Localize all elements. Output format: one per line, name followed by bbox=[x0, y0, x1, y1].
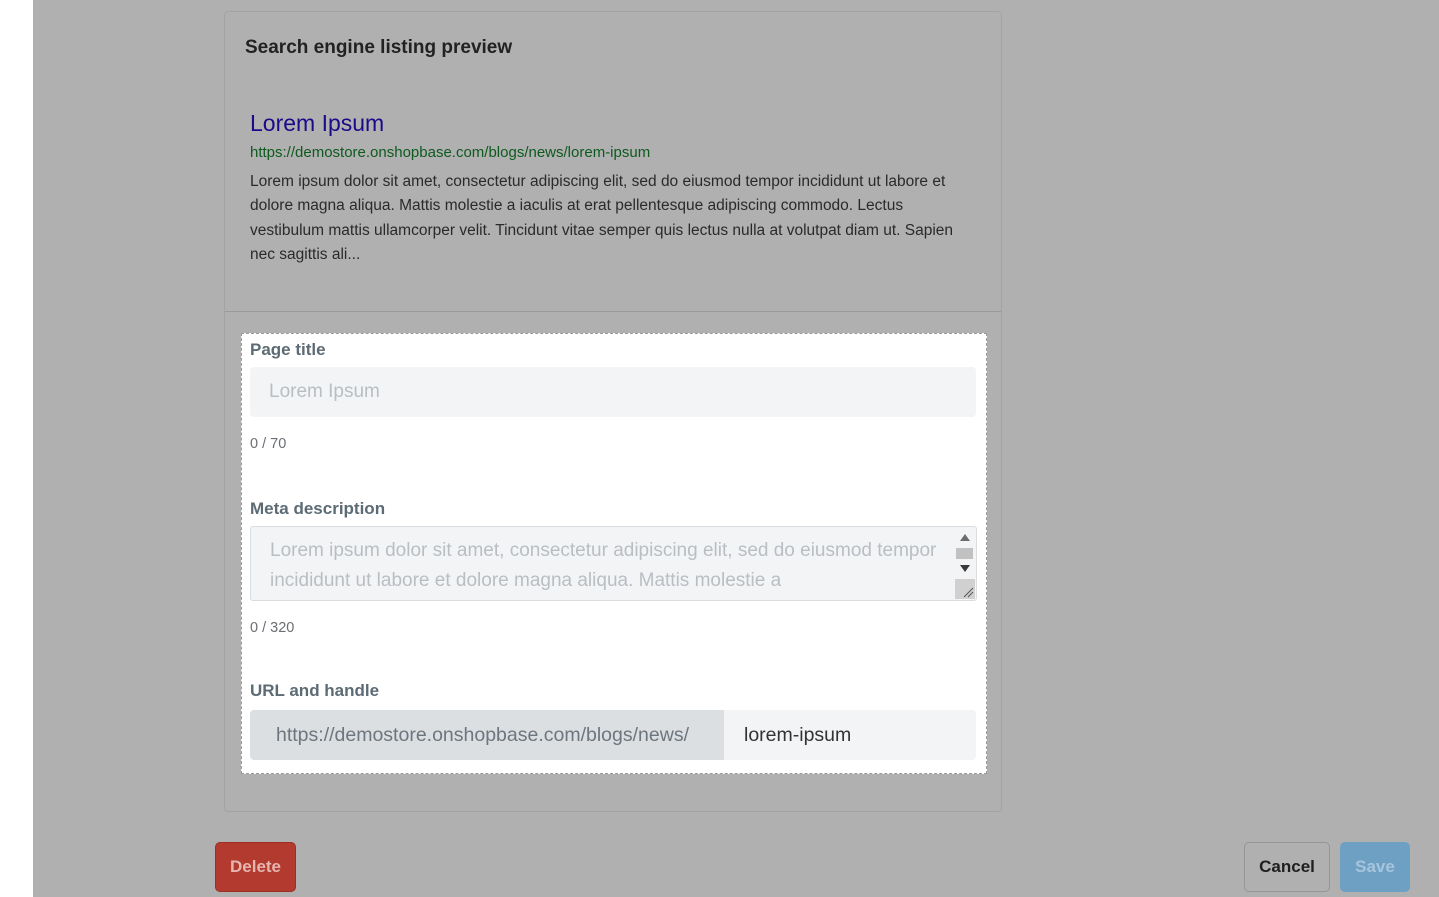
scroll-thumb[interactable] bbox=[956, 548, 973, 559]
card-divider bbox=[225, 311, 1001, 312]
page-title-label: Page title bbox=[250, 340, 326, 359]
cancel-button[interactable]: Cancel bbox=[1244, 842, 1330, 892]
left-gutter bbox=[0, 0, 33, 897]
preview-url: https://demostore.onshopbase.com/blogs/n… bbox=[250, 144, 651, 161]
meta-description-label: Meta description bbox=[250, 499, 386, 518]
scroll-up-arrow-icon[interactable] bbox=[960, 534, 970, 541]
url-prefix: https://demostore.onshopbase.com/blogs/n… bbox=[250, 710, 724, 760]
card-title: Search engine listing preview bbox=[245, 37, 513, 58]
resize-grip-icon[interactable] bbox=[955, 579, 975, 599]
save-button[interactable]: Save bbox=[1340, 842, 1410, 892]
scroll-down-arrow-icon[interactable] bbox=[960, 565, 970, 572]
meta-description-counter: 0 / 320 bbox=[250, 620, 295, 636]
page-title-counter: 0 / 70 bbox=[250, 436, 287, 452]
url-handle-label: URL and handle bbox=[250, 681, 380, 700]
preview-title: Lorem Ipsum bbox=[250, 110, 385, 136]
meta-description-placeholder: Lorem ipsum dolor sit amet, consectetur … bbox=[270, 540, 937, 591]
meta-description-textarea[interactable]: Lorem ipsum dolor sit amet, consectetur … bbox=[250, 526, 977, 601]
page-title-input[interactable]: Lorem Ipsum bbox=[250, 367, 976, 417]
url-handle-input[interactable]: lorem-ipsum bbox=[724, 710, 976, 760]
delete-button[interactable]: Delete bbox=[215, 842, 296, 892]
url-handle-field: https://demostore.onshopbase.com/blogs/n… bbox=[250, 710, 976, 760]
preview-description: Lorem ipsum dolor sit amet, consectetur … bbox=[250, 173, 954, 263]
page-title-placeholder: Lorem Ipsum bbox=[269, 381, 380, 402]
seo-edit-form: Page title Lorem Ipsum 0 / 70 Meta descr… bbox=[241, 333, 987, 774]
